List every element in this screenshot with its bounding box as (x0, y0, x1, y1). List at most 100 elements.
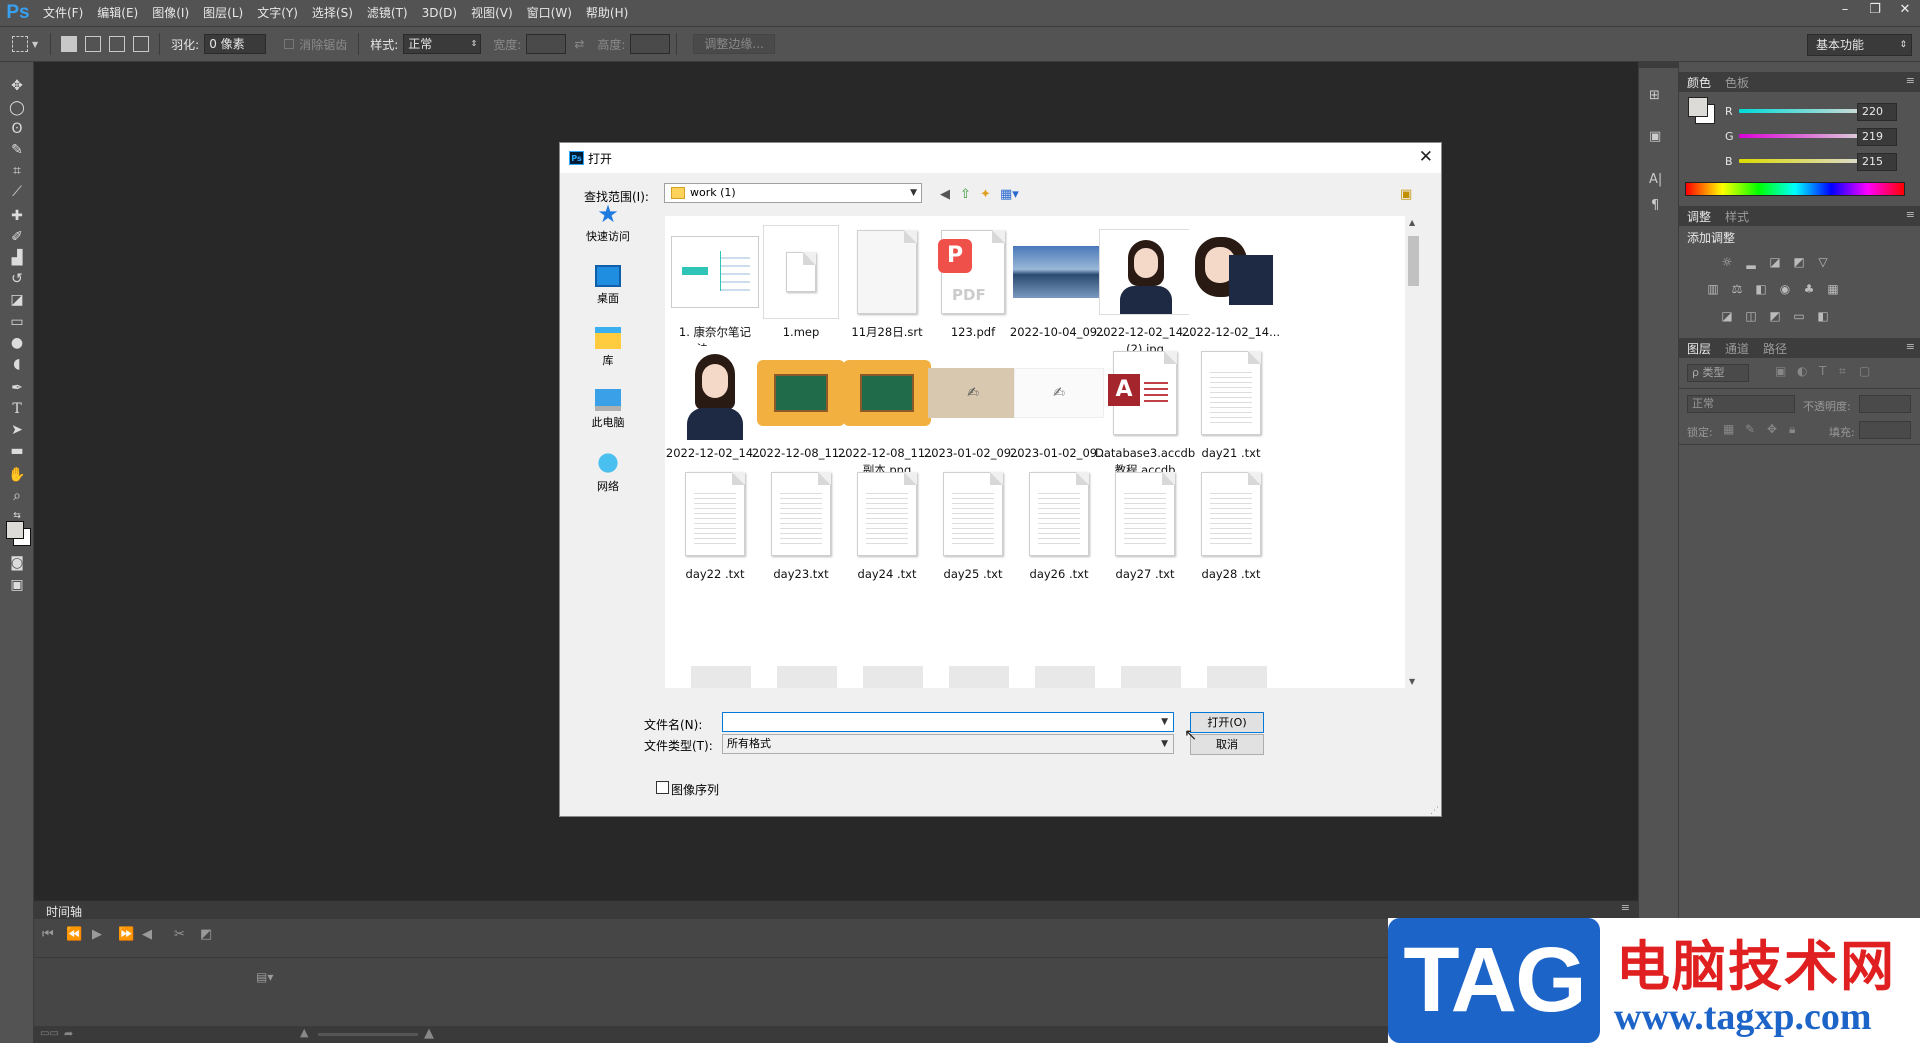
invert-icon[interactable]: ◪ (1719, 309, 1735, 323)
type-tool-icon[interactable]: T (6, 399, 28, 419)
brush-tool-icon[interactable]: ✐ (6, 227, 28, 247)
new-selection-icon[interactable] (61, 36, 78, 52)
channel-mixer-icon[interactable]: ♣ (1801, 282, 1817, 296)
levels-icon[interactable]: ▂ (1743, 255, 1759, 269)
new-folder-icon[interactable]: ✦ (980, 187, 991, 202)
hue-saturation-icon[interactable]: ▥ (1705, 282, 1721, 296)
file-item[interactable]: 2022-12-08_11... (751, 343, 851, 462)
render-video-icon[interactable]: ➦ (64, 1027, 73, 1040)
move-tool-icon[interactable]: ✥ (6, 76, 28, 96)
tab-channels[interactable]: 通道 (1725, 340, 1749, 357)
width-input[interactable] (526, 34, 567, 54)
threshold-icon[interactable]: ◩ (1767, 309, 1783, 323)
gradient-map-icon[interactable]: ▭ (1791, 309, 1807, 323)
panel-menu-icon[interactable]: ≡ (1906, 340, 1915, 353)
blur-tool-icon[interactable]: ● (6, 333, 28, 353)
menu-select[interactable]: 选择(S) (305, 0, 360, 26)
curves-icon[interactable]: ◪ (1767, 255, 1783, 269)
place-desktop[interactable]: 桌面 (570, 265, 646, 306)
audio-icon[interactable]: ◀ (142, 927, 152, 942)
image-sequence-checkbox[interactable] (656, 781, 669, 794)
panel-menu-icon[interactable]: ≡ (1621, 901, 1630, 914)
file-item[interactable]: ✍ 2023-01-02_09... (923, 343, 1023, 462)
intersect-selection-icon[interactable] (133, 36, 150, 52)
view-menu-icon[interactable]: ▦▾ (1000, 187, 1019, 202)
panel-menu-icon[interactable]: ≡ (1906, 208, 1915, 221)
file-item[interactable]: day27 .txt (1095, 464, 1195, 583)
split-icon[interactable]: ✂ (174, 927, 185, 942)
place-libraries[interactable]: 库 (570, 327, 646, 368)
file-item[interactable]: day22 .txt (665, 464, 765, 583)
filter-adjustment-icon[interactable]: ◐ (1797, 364, 1807, 378)
workspace-select[interactable]: 基本功能 ⇕ (1807, 34, 1912, 56)
file-item[interactable]: P PDF 123.pdf (923, 222, 1023, 341)
file-item[interactable]: 11月28日.srt (837, 222, 937, 341)
add-selection-icon[interactable] (85, 36, 102, 52)
zoom-in-icon[interactable]: ▲ (424, 1026, 434, 1041)
tab-paths[interactable]: 路径 (1763, 340, 1787, 357)
file-item[interactable]: day21 .txt (1181, 343, 1281, 462)
tab-layers[interactable]: 图层 (1687, 340, 1711, 357)
g-value[interactable]: 219 (1857, 128, 1897, 146)
fill-input[interactable] (1859, 421, 1911, 439)
history-brush-tool-icon[interactable]: ↺ (6, 269, 28, 289)
file-item[interactable]: day25 .txt (923, 464, 1023, 583)
tab-swatches[interactable]: 色板 (1725, 74, 1749, 91)
healing-brush-tool-icon[interactable]: ✚ (6, 206, 28, 226)
color-lookup-icon[interactable]: ▦ (1825, 282, 1841, 296)
file-list-scrollbar[interactable]: ▲ ▼ (1405, 216, 1422, 688)
posterize-icon[interactable]: ◫ (1743, 309, 1759, 323)
render-options-icon[interactable]: ▤▾ (256, 970, 273, 984)
rectangle-tool-icon[interactable]: ▬ (6, 441, 28, 461)
crop-tool-icon[interactable]: ⌗ (6, 161, 28, 181)
color-fg-swatch[interactable] (1688, 97, 1708, 117)
color-spectrum[interactable] (1685, 182, 1905, 196)
back-icon[interactable]: ◀ (940, 187, 950, 202)
zoom-slider[interactable] (318, 1033, 418, 1036)
scroll-down-icon[interactable]: ▼ (1409, 677, 1415, 686)
zoom-out-icon[interactable]: ▲ (300, 1026, 308, 1039)
quick-mask-icon[interactable]: ◙ (6, 553, 28, 573)
menu-3d[interactable]: 3D(D) (415, 0, 464, 26)
file-item[interactable]: day24 .txt (837, 464, 937, 583)
pen-tool-icon[interactable]: ✒ (6, 378, 28, 398)
properties-panel-icon[interactable]: ▣ (1649, 129, 1667, 145)
file-item[interactable]: day26 .txt (1009, 464, 1109, 583)
previous-frame-icon[interactable]: ⏪ (66, 927, 82, 942)
screen-mode-icon[interactable]: ▣ (6, 575, 28, 595)
clone-stamp-tool-icon[interactable]: ▟ (6, 248, 28, 268)
convert-frame-icon[interactable]: ▭▭ (40, 1028, 59, 1039)
black-white-icon[interactable]: ◧ (1753, 282, 1769, 296)
feather-input[interactable]: 0 像素 (204, 34, 267, 54)
exposure-icon[interactable]: ◩ (1791, 255, 1807, 269)
chevron-down-icon[interactable]: ▼ (1161, 713, 1168, 731)
look-in-select[interactable]: work (1) ▼ (664, 183, 922, 203)
file-item[interactable]: 2022-12-02_14... (1181, 222, 1281, 341)
selective-color-icon[interactable]: ◧ (1815, 309, 1831, 323)
eraser-tool-icon[interactable]: ◪ (6, 290, 28, 310)
dodge-tool-icon[interactable]: ◖ (6, 354, 28, 374)
r-value[interactable]: 220 (1857, 103, 1897, 121)
menu-filter[interactable]: 滤镜(T) (360, 0, 415, 26)
filename-input[interactable]: ▼ (722, 712, 1174, 732)
file-item[interactable]: day28 .txt (1181, 464, 1281, 583)
color-balance-icon[interactable]: ⚖ (1729, 282, 1745, 296)
height-input[interactable] (630, 34, 671, 54)
play-icon[interactable]: ▶ (92, 927, 102, 942)
file-item[interactable]: day23.txt (751, 464, 851, 583)
cancel-button[interactable]: 取消 (1190, 734, 1264, 755)
lock-pixels-icon[interactable]: ✎ (1745, 422, 1755, 436)
antialias-checkbox[interactable] (284, 39, 295, 49)
gradient-tool-icon[interactable]: ▭ (6, 312, 28, 332)
resize-grip-icon[interactable]: ⋰ (1430, 806, 1439, 816)
menu-image[interactable]: 图像(I) (145, 0, 196, 26)
marquee-tool-icon[interactable]: ◯ (6, 98, 28, 118)
up-folder-icon[interactable]: ⇧ (960, 187, 971, 202)
lock-transparent-icon[interactable]: ▦ (1723, 422, 1734, 436)
file-item[interactable]: ✍ 2023-01-02_09... (1009, 343, 1109, 462)
tab-color[interactable]: 颜色 (1687, 74, 1711, 91)
place-quick-access[interactable]: ★ 快速访问 (570, 202, 646, 244)
filter-pixel-icon[interactable]: ▣ (1775, 364, 1786, 378)
foreground-color-swatch[interactable] (6, 521, 24, 539)
scrollbar-thumb[interactable] (1408, 236, 1419, 286)
